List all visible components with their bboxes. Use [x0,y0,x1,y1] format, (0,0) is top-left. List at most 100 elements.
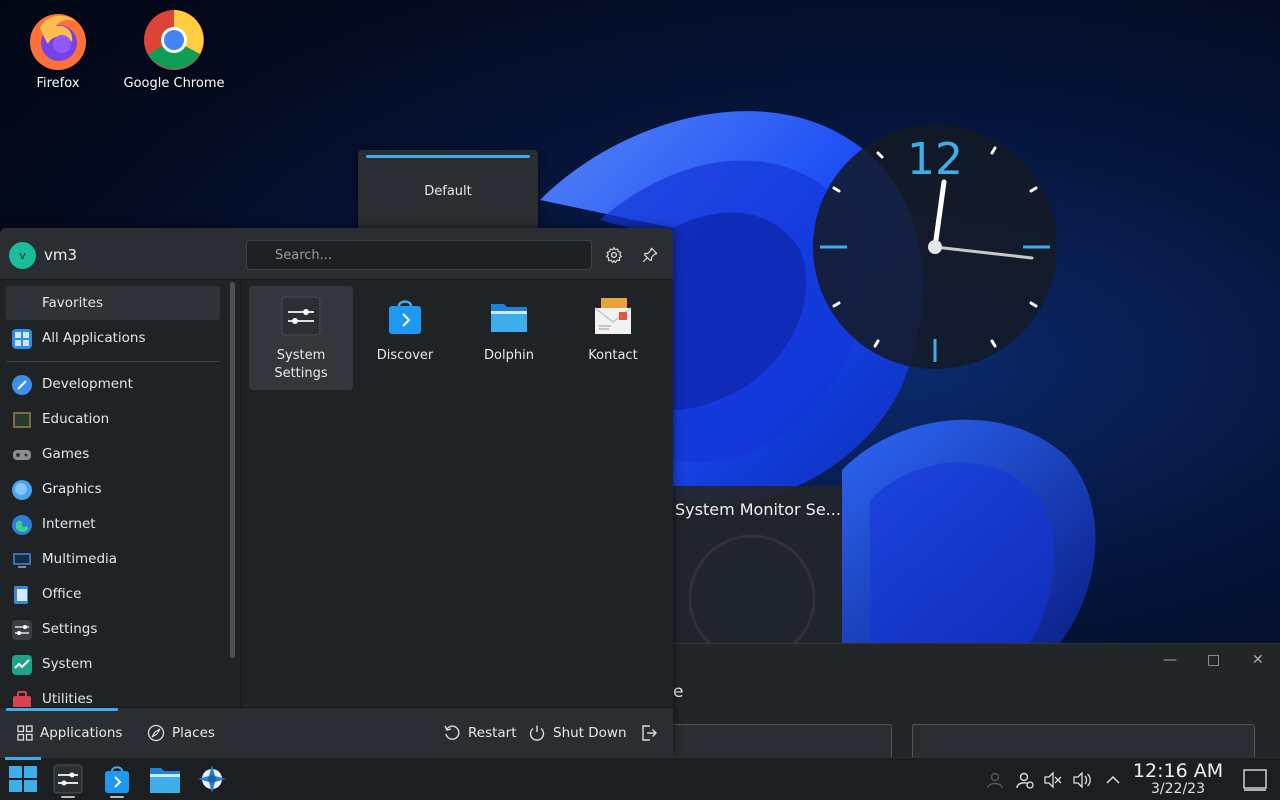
sidebar-item-label: Education [42,411,110,427]
sidebar-item-all-applications[interactable]: All Applications [6,321,220,355]
grid-icon [17,725,33,741]
app-tile-label: System Settings [274,348,328,381]
tab-active-indicator [6,708,118,711]
user-status-icon[interactable] [1015,770,1035,790]
sidebar-item-internet[interactable]: Internet [6,507,220,541]
clock-twelve-numeral: 12 [907,134,963,185]
avatar[interactable]: v [9,242,36,269]
restart-icon [444,725,460,740]
close-icon[interactable]: ✕ [1252,652,1264,668]
desktop-icon-label: Firefox [36,76,80,91]
sidebar-item-label: Favorites [42,295,103,311]
chrome-icon [144,10,204,70]
sidebar-item-settings[interactable]: Settings [6,612,220,646]
pin-icon[interactable] [641,246,659,264]
sidebar-item-label: Internet [42,516,96,532]
app-tile-label: Discover [376,348,434,363]
logout-icon [642,725,657,741]
activity-label: Default [424,184,472,199]
username: vm3 [44,246,78,264]
minimize-icon[interactable]: — [1163,652,1177,668]
restart-label: Restart [468,725,517,741]
start-windows-icon [9,766,37,792]
sidebar-divider [6,361,220,362]
sidebar-item-office[interactable]: Office [6,577,220,611]
launcher-header: v vm3 [0,228,673,280]
system-icon [12,655,32,675]
logout-button[interactable] [640,723,658,743]
app-tile-system-settings[interactable]: System Settings [249,286,353,390]
grid-icon [12,329,32,349]
education-icon [13,412,31,428]
window-title: e [673,682,684,702]
graphics-icon [12,480,32,500]
app-tile-discover[interactable]: Discover [353,286,457,390]
maximize-icon[interactable]: □ [1207,652,1220,668]
system-settings-icon [281,296,321,336]
tab-label: Places [172,725,215,741]
shutdown-button[interactable]: Shut Down [528,723,627,743]
tab-places[interactable]: Places [135,708,235,757]
background-window[interactable]: — □ ✕ e [650,643,1280,764]
sidebar-scrollbar[interactable] [230,282,235,658]
folder-icon [491,304,527,332]
microphone-muted-icon[interactable] [1043,770,1063,790]
sidebar-item-favorites[interactable]: Favorites [6,286,220,320]
clock-date[interactable]: 3/22/23 [1128,781,1228,797]
gamepad-icon [13,450,31,460]
tab-applications[interactable]: Applications [0,708,125,757]
launcher-footer: Applications Places Restart Shut Down [0,707,673,757]
sidebar-item-system[interactable]: System [6,647,220,681]
sidebar-item-graphics[interactable]: Graphics [6,472,220,506]
sidebar-item-education[interactable]: Education [6,402,220,436]
show-desktop-icon[interactable] [1242,767,1268,793]
analog-clock-widget[interactable]: 12 [810,122,1060,372]
system-monitor-gauge [688,534,816,646]
running-indicator [61,796,75,798]
system-settings-icon [53,764,83,794]
app-tile-kontact[interactable]: Kontact [561,286,665,390]
folder-icon [150,768,180,793]
sidebar-item-label: Graphics [42,481,102,497]
sidebar-item-games[interactable]: Games [6,437,220,471]
gear-icon[interactable] [605,246,623,264]
clock-time[interactable]: 12:16 AM [1128,760,1228,782]
sidebar-item-label: Development [42,376,133,392]
taskbar-app-discover[interactable] [100,763,134,798]
favorites-grid: System Settings Discover Dolphin Kontact [242,281,673,707]
office-icon [14,586,28,604]
activity-popup[interactable]: Default [358,150,538,230]
desktop-icon-google-chrome[interactable]: Google Chrome [119,8,229,91]
category-sidebar: Favorites All Applications Development E… [0,281,241,708]
sidebar-item-label: Utilities [42,691,93,707]
tab-label: Applications [40,725,123,741]
taskbar-app-system-settings[interactable] [51,763,85,798]
start-menu-button[interactable] [6,763,40,795]
sidebar-item-development[interactable]: Development [6,367,220,401]
sidebar-item-label: All Applications [42,330,146,346]
taskbar-app-krdc[interactable] [195,763,229,795]
taskbar: 12:16 AM 3/22/23 [0,757,1280,800]
app-tile-label: Dolphin [484,348,534,363]
discover-bag-icon [389,300,421,334]
system-monitor-widget[interactable]: System Monitor Se... [668,486,842,646]
taskbar-app-dolphin[interactable] [148,763,182,795]
app-tile-dolphin[interactable]: Dolphin [457,286,561,390]
start-active-indicator [5,757,41,760]
chevron-up-icon[interactable] [1103,770,1123,790]
user-switch-icon[interactable] [985,770,1005,790]
desktop-icon-firefox[interactable]: Firefox [3,8,113,91]
firefox-icon [30,14,86,70]
kontact-mail-icon [594,298,632,334]
desktop-icon-label: Google Chrome [123,76,225,91]
development-icon [12,375,32,395]
compass-icon [147,724,165,742]
sidebar-item-multimedia[interactable]: Multimedia [6,542,220,576]
discover-bag-icon [105,766,129,793]
restart-button[interactable]: Restart [443,723,517,743]
search-input[interactable] [246,240,592,270]
globe-icon [12,515,32,535]
sidebar-item-label: Multimedia [42,551,118,567]
settings-sliders-icon [12,620,32,640]
volume-icon[interactable] [1072,770,1092,790]
